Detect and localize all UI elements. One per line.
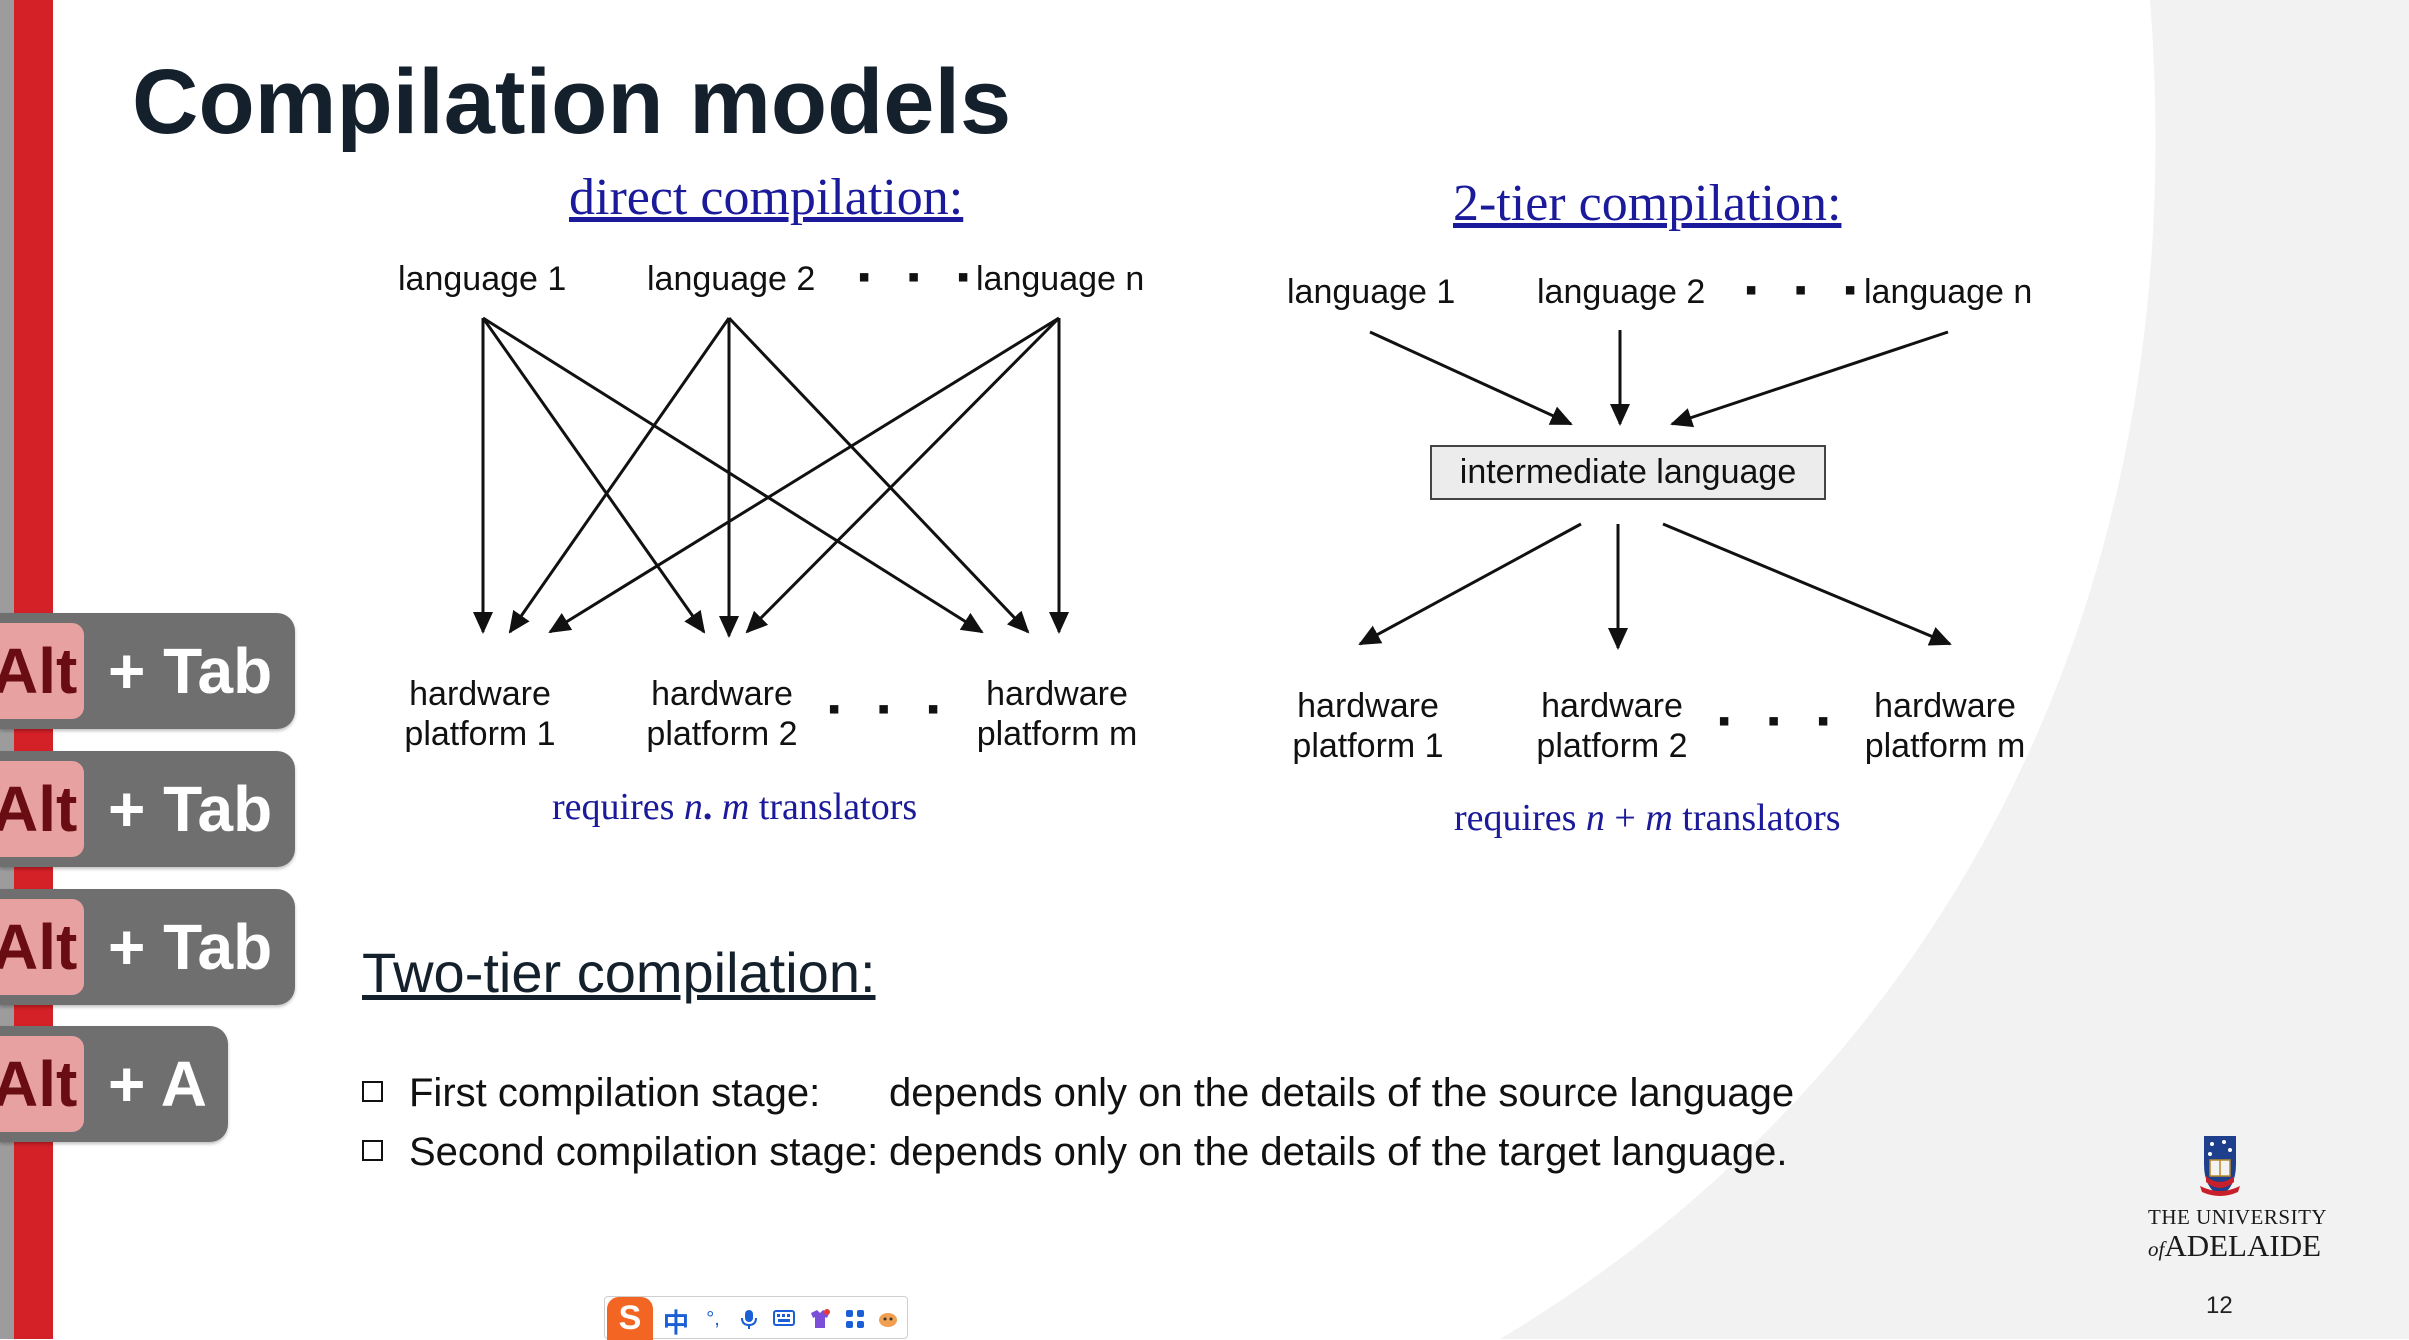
- punctuation-icon[interactable]: °,: [703, 1309, 723, 1329]
- direct-platform-2: hardware platform 2: [640, 674, 804, 754]
- two-tier-platform-1-line2: platform 1: [1292, 727, 1444, 765]
- alt-key: Alt: [0, 623, 84, 719]
- two-tier-language-ellipsis: ▪ ▪ ▪: [1745, 271, 1871, 309]
- two-tier-platform-2: hardware platform 2: [1530, 686, 1694, 766]
- direct-var-n: n: [683, 786, 703, 828]
- direct-platform-1-line1: hardware: [409, 675, 551, 713]
- alt-key: Alt: [0, 899, 84, 995]
- two-tier-requires-prefix: requires: [1454, 797, 1577, 839]
- bullet-stage-label: First compilation stage:: [409, 1071, 821, 1115]
- university-name-line1: THE UNIVERSITY: [2148, 1205, 2328, 1229]
- two-tier-operator: +: [1614, 797, 1636, 839]
- direct-platform-2-line2: platform 2: [646, 715, 798, 753]
- two-tier-var-m: m: [1645, 797, 1673, 839]
- direct-requires-text: requires n. m translators: [552, 785, 917, 829]
- direct-platform-1: hardware platform 1: [398, 674, 562, 754]
- toolbox-icon[interactable]: [845, 1309, 865, 1329]
- bullet-stage-text: depends only on the details of the targe…: [889, 1130, 1788, 1174]
- bullet-first-stage: First compilation stage: depends only on …: [362, 1071, 1794, 1116]
- alt-key: Alt: [0, 761, 84, 857]
- two-tier-language-n: language n: [1864, 273, 2033, 311]
- microphone-icon[interactable]: [739, 1309, 759, 1329]
- two-tier-platform-2-line1: hardware: [1541, 687, 1683, 725]
- direct-platform-ellipsis: ▪ ▪ ▪: [828, 690, 954, 728]
- alt-key: Alt: [0, 1036, 84, 1132]
- two-tier-platform-m: hardware platform m: [1860, 686, 2030, 766]
- intermediate-language-box: intermediate language: [1430, 445, 1826, 500]
- two-tier-language-2: language 2: [1537, 273, 1706, 311]
- direct-platform-m-line1: hardware: [986, 675, 1128, 713]
- shortcut-alt-a: Alt + A: [0, 1026, 228, 1142]
- direct-platform-2-line1: hardware: [651, 675, 793, 713]
- direct-requires-suffix: translators: [758, 786, 918, 828]
- direct-requires-prefix: requires: [552, 786, 675, 828]
- university-name-adelaide: ADELAIDE: [2164, 1228, 2322, 1263]
- two-tier-platform-ellipsis: ▪ ▪ ▪: [1718, 702, 1844, 740]
- direct-operator: .: [702, 786, 713, 828]
- slide-page-number: 12: [2206, 1292, 2233, 1319]
- bullet-square-icon: [362, 1080, 383, 1102]
- shortcut-keys: + Tab: [108, 773, 273, 845]
- university-name-prefix: of: [2148, 1237, 2165, 1261]
- two-tier-compilation-heading: 2-tier compilation:: [1453, 175, 1842, 232]
- two-tier-platform-m-line1: hardware: [1874, 687, 2016, 725]
- section-subtitle: Two-tier compilation:: [362, 941, 876, 1004]
- bullet-stage-text: depends only on the details of the sourc…: [889, 1071, 1795, 1115]
- two-tier-var-n: n: [1585, 797, 1605, 839]
- two-tier-language-1: language 1: [1287, 273, 1456, 311]
- bullet-second-stage: Second compilation stage: depends only on…: [362, 1130, 1787, 1175]
- bullet-square-icon: [362, 1139, 383, 1161]
- ime-toolbar[interactable]: S 中 °,: [604, 1296, 908, 1340]
- two-tier-platform-1-line1: hardware: [1297, 687, 1439, 725]
- shortcut-alt-tab-3: Alt + Tab: [0, 889, 295, 1005]
- shortcut-keys: + A: [108, 1048, 207, 1120]
- keyboard-icon[interactable]: [773, 1309, 795, 1329]
- two-tier-platform-2-line2: platform 2: [1536, 727, 1688, 765]
- university-name-line2: ofADELAIDE: [2148, 1228, 2321, 1264]
- settings-icon[interactable]: [877, 1309, 897, 1329]
- shortcut-alt-tab-1: Alt + Tab: [0, 613, 295, 729]
- direct-platform-m-line2: platform m: [976, 715, 1138, 753]
- direct-platform-1-line2: platform 1: [404, 715, 556, 753]
- skin-icon[interactable]: [809, 1309, 830, 1329]
- shortcut-alt-tab-2: Alt + Tab: [0, 751, 295, 867]
- direct-var-m: m: [721, 786, 750, 828]
- shortcut-keys: + Tab: [108, 911, 273, 983]
- two-tier-requires-text: requires n + m translators: [1454, 796, 1841, 840]
- bullet-stage-label: Second compilation stage:: [409, 1130, 879, 1174]
- sogou-logo-icon[interactable]: S: [607, 1297, 653, 1340]
- two-tier-platform-1: hardware platform 1: [1286, 686, 1450, 766]
- two-tier-platform-m-line2: platform m: [1864, 727, 2026, 765]
- two-tier-requires-suffix: translators: [1682, 797, 1841, 839]
- shortcut-keys: + Tab: [108, 635, 273, 707]
- direct-platform-m: hardware platform m: [972, 674, 1142, 754]
- input-mode-toggle[interactable]: 中: [663, 1303, 689, 1340]
